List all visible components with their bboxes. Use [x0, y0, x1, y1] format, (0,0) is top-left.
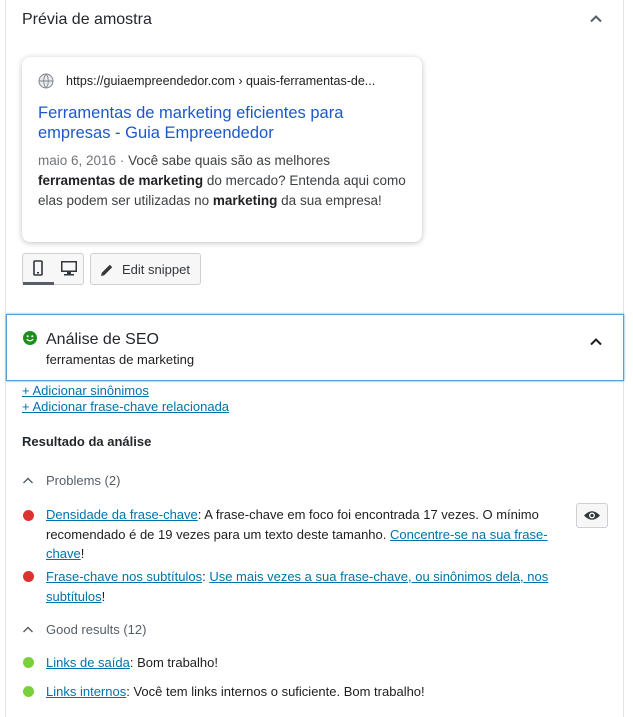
good-bullet [23, 657, 34, 668]
chevron-up-icon [23, 626, 33, 633]
problems-group-label: Problems (2) [46, 473, 121, 488]
mobile-preview-button[interactable] [23, 254, 54, 285]
good-bullet [23, 686, 34, 697]
keyphrase-subheadings-link[interactable]: Frase-chave nos subtítulos [46, 569, 202, 584]
good-item-outbound-links: Links de saída: Bom trabalho! [46, 653, 566, 673]
device-toggle-group [22, 253, 84, 285]
preview-title[interactable]: Ferramentas de marketing eficientes para… [38, 103, 408, 143]
seo-analysis-toggle[interactable]: Análise de SEO ferramentas de marketing [6, 314, 624, 381]
pencil-icon [101, 264, 113, 276]
globe-icon [38, 73, 54, 89]
seo-section-title: Análise de SEO [46, 331, 159, 348]
preview-description: maio 6, 2016 · Você sabe quais são as me… [38, 151, 408, 211]
google-preview-card: https://guiaempreendedor.com › quais-fer… [22, 57, 422, 242]
collapse-preview-button[interactable] [586, 9, 606, 29]
good-text: : Bom trabalho! [129, 655, 218, 670]
preview-date: maio 6, 2016 [38, 153, 117, 168]
problem-bullet [23, 510, 34, 521]
preview-desc-part-1: Você sabe quais são as melhores [128, 153, 330, 168]
preview-url: https://guiaempreendedor.com › quais-fer… [66, 74, 376, 88]
preview-desc-part-3: da sua empresa! [281, 193, 382, 208]
desktop-icon [61, 261, 77, 276]
highlight-toggle-button[interactable] [576, 503, 608, 528]
add-synonyms-link[interactable]: + Adicionar sinônimos [22, 383, 149, 398]
focus-keyphrase: ferramentas de marketing [46, 352, 195, 367]
good-item-internal-links: Links internos: Você tem links internos … [46, 682, 566, 702]
add-related-keyphrase-link[interactable]: + Adicionar frase-chave relacionada [22, 399, 229, 414]
problem-end: ! [80, 546, 85, 561]
problem-bullet [23, 571, 34, 582]
eye-icon [584, 511, 600, 520]
chevron-up-icon [590, 15, 602, 23]
internal-links-link[interactable]: Links internos [46, 684, 126, 699]
collapse-seo-button[interactable] [586, 332, 606, 352]
edit-snippet-button[interactable]: Edit snippet [90, 253, 201, 285]
edit-snippet-label: Edit snippet [122, 262, 190, 277]
good-results-group-label: Good results (12) [46, 622, 147, 637]
preview-separator: · [119, 153, 125, 168]
good-text: : Você tem links internos o suficiente. … [126, 684, 425, 699]
preview-desc-bold-1: ferramentas de marketing [38, 173, 204, 188]
preview-desc-bold-2: marketing [212, 193, 278, 208]
problem-end: ! [101, 588, 106, 604]
keyphrase-density-link[interactable]: Densidade da frase-chave [46, 507, 198, 522]
chevron-up-icon [23, 477, 33, 484]
preview-section-title: Prévia de amostra [22, 11, 152, 28]
smiley-good-icon [23, 331, 37, 345]
desktop-preview-button[interactable] [54, 254, 84, 284]
problem-item-subheadings: Frase-chave nos subtítulos: Use mais vez… [46, 567, 566, 606]
chevron-up-icon [590, 338, 602, 346]
analysis-results-title: Resultado da análise [22, 434, 152, 449]
outbound-links-link[interactable]: Links de saída [46, 655, 130, 670]
mobile-icon [33, 260, 43, 276]
problem-item-keyphrase-density: Densidade da frase-chave: A frase-chave … [46, 505, 566, 564]
active-indicator [23, 282, 54, 285]
